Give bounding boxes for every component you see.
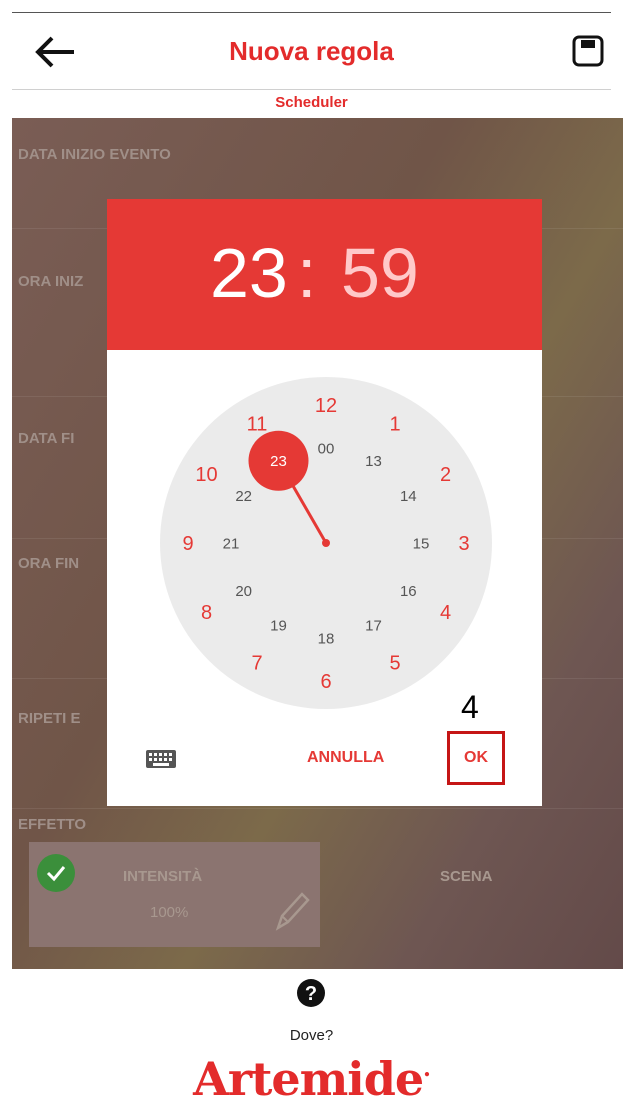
check-circle-icon [37,854,75,892]
hour-option-19[interactable]: 19 [270,618,287,635]
time-separator: : [297,234,317,312]
section-label-repeat: RIPETI E [18,710,81,727]
row-divider [12,808,623,809]
hour-option-21[interactable]: 21 [223,535,240,552]
page-subtitle: Scheduler [275,94,348,111]
clock-center-dot [322,539,330,547]
time-picker-dialog: 23 : 59 12 1 2 3 4 5 6 7 8 9 10 11 00 13 14 15 16 17 18 19 2… [107,199,542,806]
hour-option-17[interactable]: 17 [365,618,382,635]
hour-option-3[interactable]: 3 [458,533,469,555]
brand-name: Artemide [193,1052,424,1106]
intensity-label: INTENSITÀ [123,868,203,885]
hour-option-11[interactable]: 11 [247,414,268,436]
header-divider [12,89,611,90]
hour-option-16[interactable]: 16 [400,583,417,600]
section-label-start-time: ORA INIZ [18,273,84,290]
brand-dot: • [423,1067,431,1082]
clock-dial[interactable]: 12 1 2 3 4 5 6 7 8 9 10 11 00 13 14 15 16 17 18 19 20 21 22 23 [160,377,492,709]
hour-option-18[interactable]: 18 [318,630,335,647]
brand-logo: Artemide• [0,1052,623,1106]
hour-option-5[interactable]: 5 [389,653,400,675]
app-bar: Nuova regola [0,14,623,86]
help-label[interactable]: Dove? [0,1027,623,1044]
hour-option-00[interactable]: 00 [318,440,335,457]
hour-option-1[interactable]: 1 [389,414,400,436]
hour-option-22[interactable]: 22 [235,488,252,505]
scene-tile-label[interactable]: SCENA [440,868,493,885]
intensity-value: 100% [150,904,189,921]
hour-option-13[interactable]: 13 [365,453,382,470]
page-title: Nuova regola [229,36,394,66]
section-label-end-time: ORA FIN [18,555,80,572]
hour-option-20[interactable]: 20 [235,583,252,600]
hour-option-10[interactable]: 10 [195,464,217,486]
ok-button[interactable]: OK [447,731,505,785]
hour-option-12[interactable]: 12 [315,395,337,417]
section-label-end-date: DATA FI [18,430,75,447]
floppy-disk-icon [572,35,604,67]
minute-display[interactable]: 59 [341,233,419,313]
section-label-start-date: DATA INIZIO EVENTO [18,146,171,163]
hour-display[interactable]: 23 [210,233,288,313]
save-button[interactable] [568,34,608,70]
step-marker: 4 [461,689,479,725]
cancel-button[interactable]: ANNULLA [307,749,384,767]
clock-face[interactable]: 121234567891011001314151617181920212223 [160,377,492,709]
svg-text:?: ? [305,983,317,1005]
top-divider [12,12,611,13]
time-picker-header: 23 : 59 [107,199,542,350]
hour-option-6[interactable]: 6 [320,671,331,693]
hour-option-8[interactable]: 8 [201,602,212,624]
hour-option-23[interactable]: 23 [270,453,287,470]
keyboard-icon[interactable] [145,749,177,769]
hour-option-9[interactable]: 9 [182,533,193,555]
hour-option-15[interactable]: 15 [413,535,430,552]
hour-option-7[interactable]: 7 [251,653,262,675]
hour-option-2[interactable]: 2 [440,464,451,486]
question-circle-icon[interactable]: ? [294,976,328,1010]
pencil-icon[interactable] [270,886,314,934]
section-label-effect: EFFETTO [18,816,87,833]
hour-option-14[interactable]: 14 [400,488,417,505]
hour-option-4[interactable]: 4 [440,602,451,624]
